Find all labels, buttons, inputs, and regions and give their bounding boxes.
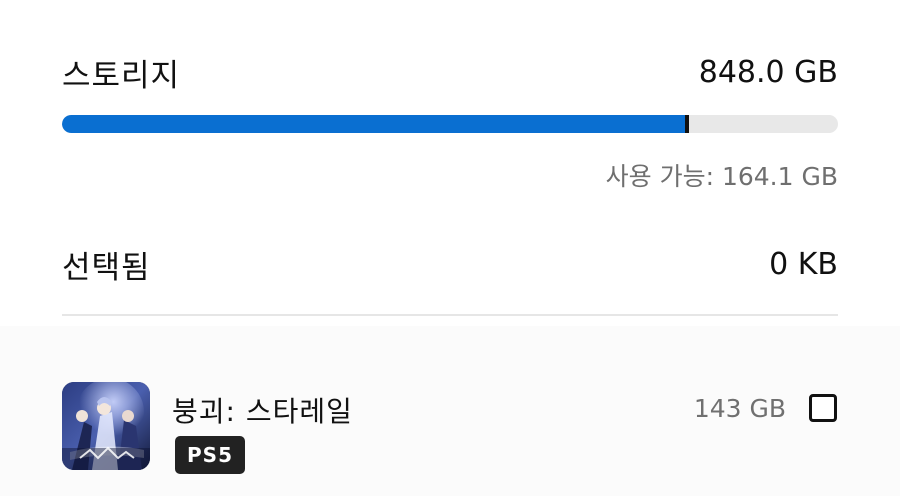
storage-total: 848.0 GB bbox=[698, 54, 838, 90]
storage-title: 스토리지 bbox=[62, 57, 181, 94]
selected-value: 0 KB bbox=[769, 246, 838, 282]
game-size: 143 GB bbox=[693, 394, 786, 423]
storage-panel: 스토리지 848.0 GB 사용 가능: 164.1 GB 선택됨 0 KB bbox=[0, 0, 900, 326]
platform-badge: PS5 bbox=[175, 436, 245, 474]
storage-row: 스토리지 848.0 GB bbox=[62, 50, 838, 94]
game-list-item[interactable]: 붕괴: 스타레일 PS5 143 GB bbox=[62, 382, 838, 474]
game-select-checkbox[interactable] bbox=[809, 394, 837, 422]
storage-available: 사용 가능: 164.1 GB bbox=[605, 162, 838, 191]
storage-usage-bar bbox=[62, 115, 838, 133]
game-title: 붕괴: 스타레일 bbox=[172, 395, 353, 428]
selected-title: 선택됨 bbox=[62, 249, 151, 286]
storage-usage-fill bbox=[62, 115, 688, 133]
game-thumbnail-icon bbox=[62, 382, 150, 470]
storage-usage-marker bbox=[685, 115, 690, 133]
divider bbox=[62, 314, 838, 316]
selected-row: 선택됨 0 KB bbox=[62, 242, 838, 286]
